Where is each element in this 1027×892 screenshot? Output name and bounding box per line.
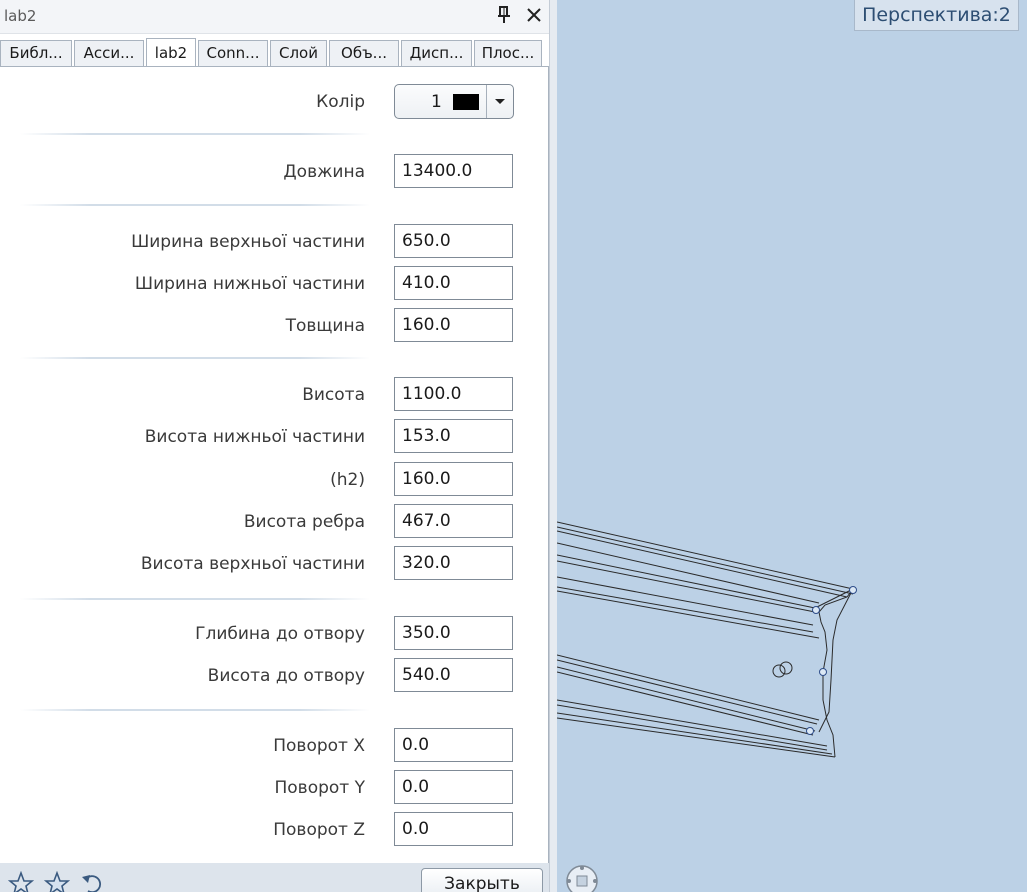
palette-tabs: Библ... Асси... lab2 Conn... Слой Объ...… — [0, 38, 549, 68]
rot-z-row: Поворот Z — [0, 812, 548, 848]
close-icon[interactable] — [524, 4, 544, 26]
length-row: Довжина — [0, 154, 548, 190]
rot-y-row: Поворот Y — [0, 770, 548, 806]
rot-x-row: Поворот X — [0, 728, 548, 764]
palette-title: lab2 — [4, 7, 37, 25]
pin-icon[interactable] — [494, 4, 514, 26]
bottom-width-row: Ширина нижньої частини — [0, 266, 548, 302]
tab-connect[interactable]: Conn... — [198, 40, 268, 66]
hole-depth-label: Глибина до отвору — [195, 624, 365, 644]
bottom-height-label: Висота нижньої частини — [144, 427, 365, 447]
top-height-label: Висота верхньої частини — [140, 554, 365, 574]
palette-footer: Закрыть — [0, 863, 549, 892]
3d-viewport[interactable]: Перспектива:2 — [557, 0, 1027, 892]
length-label: Довжина — [283, 162, 365, 182]
rib-height-row: Висота ребра — [0, 504, 548, 540]
color-dropdown[interactable]: 1 — [394, 84, 514, 119]
close-button[interactable]: Закрыть — [421, 868, 543, 892]
thickness-field[interactable] — [394, 308, 513, 342]
rot-y-label: Поворот Y — [274, 778, 366, 798]
rot-y-field[interactable] — [394, 770, 513, 804]
thickness-label: Товщина — [285, 316, 365, 336]
thickness-row: Товщина — [0, 308, 548, 344]
rot-x-field[interactable] — [394, 728, 513, 762]
tab-planes[interactable]: Плос... — [474, 40, 542, 66]
top-height-row: Висота верхньої частини — [0, 546, 548, 582]
rib-height-label: Висота ребра — [243, 512, 365, 532]
navigation-cube-icon[interactable] — [565, 864, 599, 892]
bottom-height-field[interactable] — [394, 419, 513, 453]
property-palette: lab2 Библ... Асси... lab2 Conn... Слой О… — [0, 0, 549, 892]
hole-height-label: Висота до отвору — [207, 666, 365, 686]
tab-display[interactable]: Дисп... — [401, 40, 472, 66]
bottom-height-row: Висота нижньої частини — [0, 419, 548, 455]
chevron-down-icon[interactable] — [486, 85, 513, 118]
rib-height-field[interactable] — [394, 504, 513, 538]
panel-splitter[interactable] — [549, 0, 557, 892]
top-width-field[interactable] — [394, 224, 513, 258]
tab-lab2[interactable]: lab2 — [146, 38, 196, 68]
color-number: 1 — [431, 92, 442, 112]
bottom-width-field[interactable] — [394, 266, 513, 300]
height-field[interactable] — [394, 377, 513, 411]
favorite-icon[interactable] — [7, 870, 35, 892]
reset-icon[interactable] — [80, 871, 106, 892]
separator — [20, 709, 370, 711]
palette-titlebar: lab2 — [0, 0, 549, 34]
rot-z-field[interactable] — [394, 812, 513, 846]
hole-depth-field[interactable] — [394, 616, 513, 650]
hole-depth-row: Глибина до отвору — [0, 616, 548, 652]
height-label: Висота — [302, 385, 365, 405]
beam-wireframe — [557, 521, 857, 758]
h2-field[interactable] — [394, 462, 513, 496]
color-label: Колір — [316, 92, 365, 112]
hole-height-row: Висота до отвору — [0, 658, 548, 694]
h2-label: (h2) — [330, 470, 365, 490]
top-width-row: Ширина верхньої частини — [0, 224, 548, 260]
tab-library[interactable]: Библ... — [0, 40, 72, 66]
color-row: Колір 1 — [0, 84, 548, 120]
h2-row: (h2) — [0, 462, 548, 498]
top-width-label: Ширина верхньої частини — [131, 232, 365, 252]
lab2-parameters: Колір 1 Довжина Ширина верхньої частини … — [0, 67, 549, 863]
tab-objects[interactable]: Объ... — [329, 40, 399, 66]
separator — [20, 204, 370, 206]
separator — [20, 133, 370, 135]
height-row: Висота — [0, 377, 548, 413]
tab-assistant[interactable]: Асси... — [74, 40, 144, 66]
length-field[interactable] — [394, 154, 513, 188]
bottom-width-label: Ширина нижньої частини — [134, 274, 365, 294]
hole-height-field[interactable] — [394, 658, 513, 692]
color-swatch — [453, 94, 479, 110]
top-height-field[interactable] — [394, 546, 513, 580]
rot-z-label: Поворот Z — [273, 820, 365, 840]
tab-layer[interactable]: Слой — [270, 40, 327, 66]
separator — [20, 598, 370, 600]
favorite-save-icon[interactable] — [43, 870, 71, 892]
rot-x-label: Поворот X — [273, 736, 365, 756]
separator — [20, 357, 370, 359]
